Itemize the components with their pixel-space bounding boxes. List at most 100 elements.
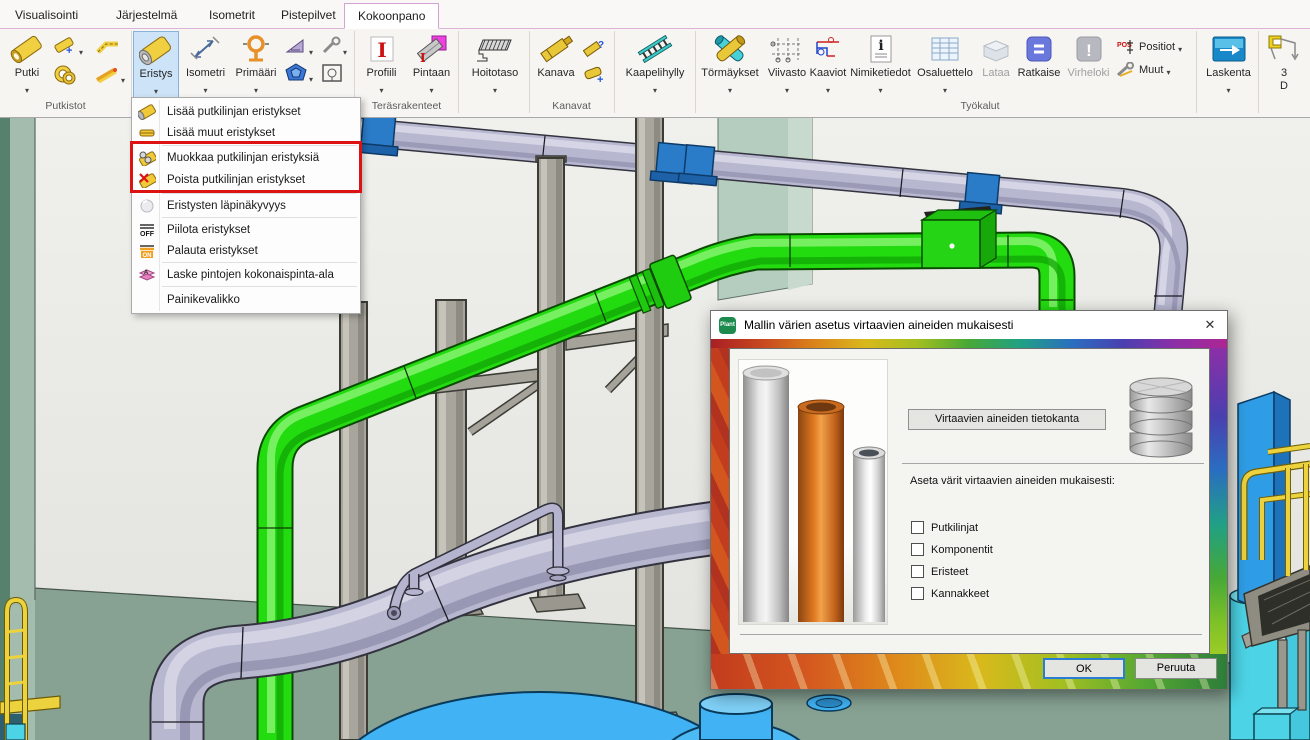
dialog-title-bar[interactable]: Plant Mallin värien asetus virtaavien ai… (711, 311, 1227, 339)
gridline-icon (766, 31, 808, 67)
ribbon-button-kaapelihylly[interactable]: Kaapelihylly (617, 31, 693, 98)
komponentit-checkbox[interactable] (911, 543, 924, 556)
tab-kokoonpano[interactable]: Kokoonpano (344, 3, 439, 29)
putkilinjat-checkbox[interactable] (911, 521, 924, 534)
insulation-on-icon: ON (133, 243, 160, 259)
ribbon-button-add-pipe[interactable]: + (52, 36, 83, 56)
close-icon[interactable] (1199, 315, 1221, 335)
eristys-dropdown-menu: Lisää putkilinjan eristykset Lisää muut … (131, 97, 361, 314)
ribbon-button-frame[interactable] (320, 62, 344, 84)
group-label-terasrakenteet: Teräsrakenteet (355, 100, 458, 112)
ribbon-button-pipe-elbow[interactable] (94, 34, 122, 56)
menu-item-laske-kokonaispinta-ala[interactable]: A Laske pintojen kokonaispinta-ala (133, 264, 359, 285)
primary-support-icon (231, 31, 281, 67)
menu-item-painikevalikko[interactable]: Painikevalikko (133, 289, 359, 310)
ribbon-button-duct-add[interactable]: + (583, 64, 607, 84)
ok-button[interactable]: OK (1043, 658, 1125, 679)
ribbon-button-eristys[interactable]: Eristys (133, 31, 179, 98)
dropdown-arrow-icon (809, 80, 847, 89)
rainbow-border-right (1210, 348, 1227, 654)
3d-export-icon (1261, 31, 1307, 67)
ribbon-button-kanava[interactable]: Kanava (531, 31, 581, 98)
steel-profile-icon: I (357, 31, 406, 67)
tab-visualisointi[interactable]: Visualisointi (2, 3, 91, 29)
dropdown-arrow-icon (5, 80, 49, 89)
separator (740, 634, 1202, 635)
clash-check-icon (697, 31, 763, 67)
dropdown-arrow-icon (848, 80, 913, 89)
insulation-transparency-icon (133, 198, 160, 214)
tab-pistepilvet[interactable]: Pistepilvet (268, 3, 349, 29)
dropdown-arrow-icon (309, 69, 313, 78)
highlight-rectangle (130, 141, 362, 193)
tab-isometrit[interactable]: Isometrit (196, 3, 268, 29)
dropdown-arrow-icon (1200, 80, 1257, 89)
ribbon-button-osaluettelo[interactable]: Osaluettelo (914, 31, 976, 98)
pipes-illustration (738, 359, 888, 625)
ribbon-button-duct-query[interactable]: ? (583, 38, 607, 58)
isometric-dimension-icon (182, 31, 229, 67)
menu-item-lisaa-putkilinjan-eristykset[interactable]: Lisää putkilinjan eristykset (133, 101, 359, 122)
dialog-title: Mallin värien asetus virtaavien aineiden… (744, 318, 1013, 332)
group-label-kanavat: Kanavat (529, 100, 614, 112)
checkbox-row-kannakkeet: Kannakkeet (911, 587, 989, 600)
cancel-button[interactable]: Peruuta (1135, 658, 1217, 679)
ribbon-button-nimiketiedot[interactable]: i Nimiketiedot (848, 31, 913, 98)
ribbon-button-muut[interactable]: Muut (1116, 62, 1170, 78)
svg-text:+: + (597, 74, 603, 84)
dropdown-arrow-icon (914, 80, 976, 89)
tab-jarjestelma[interactable]: Järjestelmä (103, 3, 190, 29)
dropdown-arrow-icon (121, 70, 125, 79)
flowing-materials-database-button[interactable]: Virtaavien aineiden tietokanta (908, 409, 1106, 430)
menu-item-piilota-eristykset[interactable]: OFF Piilota eristykset (133, 219, 359, 240)
ribbon-button-lataa: Lataa (979, 31, 1013, 98)
dropdown-arrow-icon (79, 42, 83, 51)
add-pipeline-insulation-icon (133, 104, 160, 120)
add-other-insulation-icon (133, 125, 160, 141)
svg-text:OFF: OFF (140, 231, 155, 238)
checkbox-row-eristeet: Eristeet (911, 565, 968, 578)
svg-text:I: I (377, 38, 386, 62)
ribbon-button-support-template[interactable] (284, 36, 313, 56)
positions-icon: POS (1116, 38, 1136, 56)
dropdown-arrow-icon (1166, 66, 1170, 75)
beam-to-surface-icon: I (407, 31, 456, 67)
menu-item-lisaa-muut-eristykset[interactable]: Lisää muut eristykset (133, 122, 359, 143)
ribbon-button-putki[interactable]: Putki (5, 31, 49, 98)
eristeet-checkbox[interactable] (911, 565, 924, 578)
ribbon-button-ratkaise[interactable]: Ratkaise (1015, 31, 1063, 98)
ribbon-button-tools[interactable] (320, 36, 347, 56)
surface-area-icon: A (133, 267, 160, 283)
ribbon-button-primaari[interactable]: Primääri (231, 31, 281, 98)
load-box-icon (979, 31, 1013, 67)
group-label-putkistot: Putkistot (0, 100, 131, 112)
model-colors-dialog: Plant Mallin värien asetus virtaavien ai… (710, 310, 1228, 690)
ribbon-button-hoitotaso[interactable]: Hoitotaso (462, 31, 528, 98)
svg-text:!: ! (1086, 41, 1092, 60)
ribbon-button-pipe-flange[interactable] (52, 62, 78, 86)
dropdown-arrow-icon (1178, 43, 1182, 52)
rainbow-border-top (711, 339, 1227, 348)
ribbon-button-positiot[interactable]: POS Positiot (1116, 38, 1182, 56)
dialog-inner-panel: Virtaavien aineiden tietokanta Aseta vär… (729, 348, 1210, 654)
ribbon-button-3d-view[interactable] (284, 62, 313, 84)
orange-pipe (798, 406, 844, 622)
ribbon-button-3d[interactable]: 3D (1261, 31, 1307, 98)
ribbon-button-tormaykset[interactable]: Törmäykset (697, 31, 763, 98)
duct-icon (531, 31, 581, 67)
ribbon-button-kaaviot[interactable]: Kaaviot (809, 31, 847, 98)
menu-item-eristysten-lapinakyvyys[interactable]: Eristysten läpinäkyvyys (133, 195, 359, 216)
error-log-icon: ! (1064, 31, 1113, 67)
ribbon-button-viivasto[interactable]: Viivasto (766, 31, 808, 98)
diagram-icon (809, 31, 847, 67)
dropdown-arrow-icon (462, 80, 528, 89)
kannakkeet-checkbox[interactable] (911, 587, 924, 600)
ribbon-button-laskenta[interactable]: Laskenta (1200, 31, 1257, 98)
ribbon-button-profiili[interactable]: I Profiili (357, 31, 406, 98)
ribbon-button-isometri[interactable]: Isometri (182, 31, 229, 98)
pipeline-valve-box (922, 206, 996, 268)
menu-item-palauta-eristykset[interactable]: ON Palauta eristykset (133, 240, 359, 261)
dialog-content: Virtaavien aineiden tietokanta Aseta vär… (711, 339, 1227, 689)
ribbon-button-pintaan[interactable]: I Pintaan (407, 31, 456, 98)
ribbon-button-weld[interactable] (94, 64, 125, 84)
